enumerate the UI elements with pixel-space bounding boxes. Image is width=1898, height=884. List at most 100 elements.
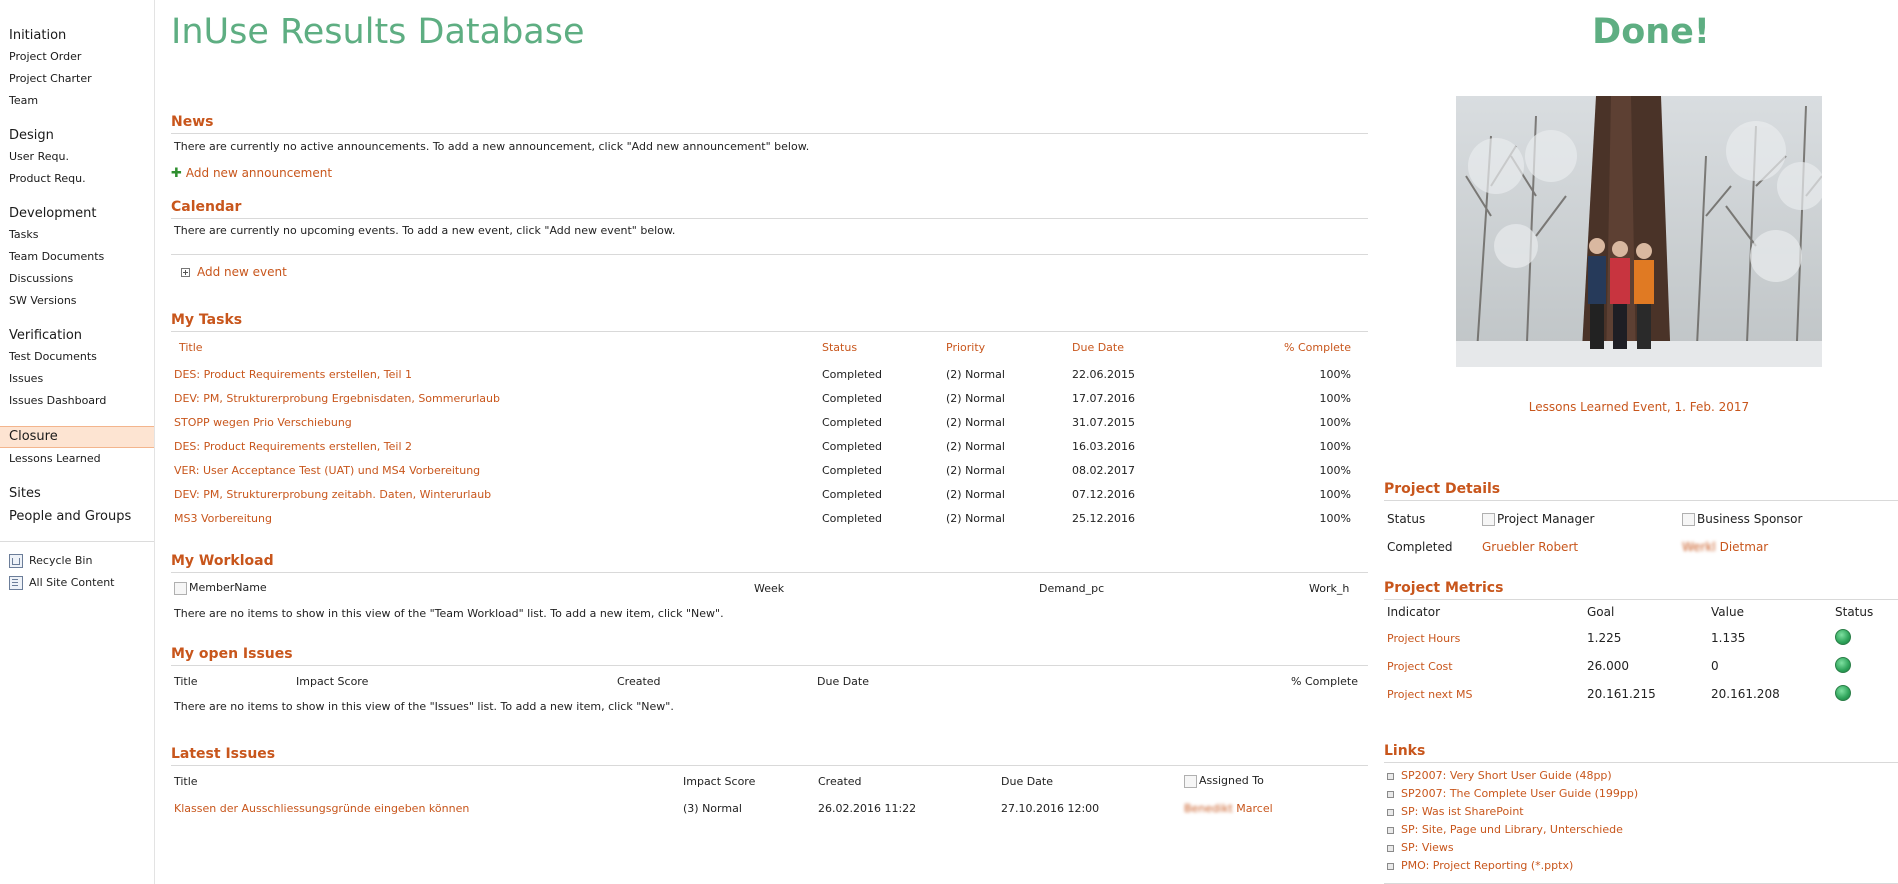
news-title[interactable]: News (171, 111, 1368, 134)
calendar-title[interactable]: Calendar (171, 196, 1368, 219)
col-header-indicator[interactable]: Indicator (1384, 600, 1584, 624)
indicator-link[interactable]: Project next MS (1384, 680, 1584, 708)
col-header-status[interactable]: Status (1832, 600, 1898, 624)
col-header-demand[interactable]: Demand_pc (1036, 573, 1306, 603)
table-row: Project next MS 20.161.215 20.161.208 (1384, 680, 1898, 708)
nav-heading-sites[interactable]: Sites (0, 484, 154, 504)
links-title[interactable]: Links (1384, 740, 1898, 763)
issue-title-link[interactable]: Klassen der Ausschliessungsgründe eingeb… (171, 796, 680, 820)
link-item[interactable]: SP2007: The Complete User Guide (199pp) (1384, 785, 1898, 803)
nav-heading-closure[interactable]: Closure (0, 426, 154, 448)
nav-item-project-order[interactable]: Project Order (0, 46, 154, 68)
nav-heading-design[interactable]: Design (0, 126, 154, 146)
col-header-member[interactable]: MemberName (171, 573, 751, 603)
col-header-value[interactable]: Value (1708, 600, 1832, 624)
links-webpart: Links SP2007: Very Short User Guide (48p… (1384, 740, 1898, 884)
nav-item-test-documents[interactable]: Test Documents (0, 346, 154, 368)
nav-item-issues-dashboard[interactable]: Issues Dashboard (0, 390, 154, 412)
sponsor-value-link[interactable]: Werkl Dietmar (1679, 533, 1898, 561)
task-status: Completed (822, 391, 882, 405)
pm-value-link[interactable]: Gruebler Robert (1479, 533, 1679, 561)
task-complete: 100% (1319, 367, 1351, 381)
photo-caption-link[interactable]: Lessons Learned Event, 1. Feb. 2017 (1384, 400, 1894, 414)
nav-item-lessons-learned[interactable]: Lessons Learned (0, 448, 154, 470)
add-announcement-link[interactable]: ✚ Add new announcement (171, 162, 1368, 184)
col-header-priority[interactable]: Priority (943, 332, 1069, 362)
link-item[interactable]: SP2007: Very Short User Guide (48pp) (1384, 767, 1898, 785)
open-issues-title[interactable]: My open Issues (171, 643, 1368, 666)
add-event-link[interactable]: Add new event (171, 261, 1368, 283)
task-title-link[interactable]: VER: User Acceptance Test (UAT) und MS4 … (171, 458, 819, 482)
nav-heading-people-and-groups[interactable]: People and Groups (0, 507, 154, 527)
task-title-link[interactable]: DEV: PM, Strukturerprobung Ergebnisdaten… (171, 386, 819, 410)
nav-item-project-charter[interactable]: Project Charter (0, 68, 154, 90)
sponsor-header[interactable]: Business Sponsor (1679, 505, 1898, 533)
project-metrics-title[interactable]: Project Metrics (1384, 577, 1898, 600)
nav-item-tasks[interactable]: Tasks (0, 224, 154, 246)
col-header-week[interactable]: Week (751, 573, 1036, 603)
task-status: Completed (822, 367, 882, 381)
col-header-status[interactable]: Status (819, 332, 943, 362)
latest-issues-title[interactable]: Latest Issues (171, 743, 1368, 766)
project-details-title[interactable]: Project Details (1384, 478, 1898, 501)
table-row: Klassen der Ausschliessungsgründe eingeb… (171, 796, 1361, 820)
link-item[interactable]: SP: Site, Page und Library, Unterschiede (1384, 821, 1898, 839)
add-event-label: Add new event (197, 265, 287, 279)
recycle-bin-link[interactable]: Recycle Bin (0, 550, 154, 572)
issue-assigned-link[interactable]: Benedikt Marcel (1181, 796, 1361, 820)
nav-item-user-requ[interactable]: User Requ. (0, 146, 154, 168)
task-title-link[interactable]: MS3 Vorbereitung (171, 506, 819, 530)
metric-value: 1.135 (1711, 631, 1746, 645)
my-tasks-title[interactable]: My Tasks (171, 309, 1368, 332)
nav-item-issues[interactable]: Issues (0, 368, 154, 390)
add-announcement-label: Add new announcement (185, 166, 333, 180)
table-row: DEV: PM, Strukturerprobung Ergebnisdaten… (171, 386, 1361, 410)
metric-goal: 20.161.215 (1587, 687, 1656, 701)
link-item[interactable]: PMO: Project Reporting (*.pptx) (1384, 857, 1898, 875)
project-details-webpart: Project Details Status Project Manager B… (1384, 478, 1898, 561)
task-title-link[interactable]: STOPP wegen Prio Verschiebung (171, 410, 819, 434)
col-header-due-date[interactable]: Due Date (1069, 332, 1219, 362)
indicator-link[interactable]: Project Hours (1384, 624, 1584, 652)
col-header-assigned[interactable]: Assigned To (1181, 766, 1361, 796)
all-site-content-link[interactable]: All Site Content (0, 572, 154, 594)
sponsor-checkbox[interactable] (1682, 513, 1695, 526)
nav-item-discussions[interactable]: Discussions (0, 268, 154, 290)
col-header-title[interactable]: Title (171, 766, 680, 796)
assigned-checkbox[interactable] (1184, 774, 1197, 788)
task-due-date: 07.12.2016 (1072, 487, 1135, 501)
col-header-impact[interactable]: Impact Score (293, 666, 614, 696)
nav-item-product-requ[interactable]: Product Requ. (0, 168, 154, 190)
nav-item-sw-versions[interactable]: SW Versions (0, 290, 154, 312)
links-list: SP2007: Very Short User Guide (48pp) SP2… (1384, 767, 1898, 884)
col-header-title[interactable]: Title (171, 332, 819, 362)
col-header-title[interactable]: Title (171, 666, 293, 696)
col-header-due-date[interactable]: Due Date (998, 766, 1181, 796)
nav-heading-initiation[interactable]: Initiation (0, 26, 154, 46)
nav-heading-development[interactable]: Development (0, 204, 154, 224)
col-header-complete[interactable]: % Complete (1279, 666, 1361, 696)
col-header-due-date[interactable]: Due Date (814, 666, 1279, 696)
col-header-complete[interactable]: % Complete (1219, 332, 1361, 362)
link-item[interactable]: SP: Was ist SharePoint (1384, 803, 1898, 821)
nav-group-development: Development Tasks Team Documents Discuss… (0, 204, 154, 312)
task-title-link[interactable]: DEV: PM, Strukturerprobung zeitabh. Date… (171, 482, 819, 506)
nav-item-team-documents[interactable]: Team Documents (0, 246, 154, 268)
pm-checkbox[interactable] (1482, 513, 1495, 526)
indicator-link[interactable]: Project Cost (1384, 652, 1584, 680)
pm-header[interactable]: Project Manager (1479, 505, 1679, 533)
nav-item-team[interactable]: Team (0, 90, 154, 112)
select-all-checkbox[interactable] (174, 581, 187, 595)
col-header-created[interactable]: Created (614, 666, 814, 696)
task-title-link[interactable]: DES: Product Requirements erstellen, Tei… (171, 434, 819, 458)
my-workload-title[interactable]: My Workload (171, 550, 1368, 573)
nav-heading-verification[interactable]: Verification (0, 326, 154, 346)
my-tasks-webpart: My Tasks Title Status Priority Due Date … (171, 309, 1368, 530)
col-header-created[interactable]: Created (815, 766, 998, 796)
col-header-work[interactable]: Work_h (1306, 573, 1361, 603)
col-header-goal[interactable]: Goal (1584, 600, 1708, 624)
workload-table: MemberName Week Demand_pc Work_h (171, 573, 1361, 603)
col-header-impact[interactable]: Impact Score (680, 766, 815, 796)
link-item[interactable]: SP: Views (1384, 839, 1898, 857)
task-title-link[interactable]: DES: Product Requirements erstellen, Tei… (171, 362, 819, 386)
